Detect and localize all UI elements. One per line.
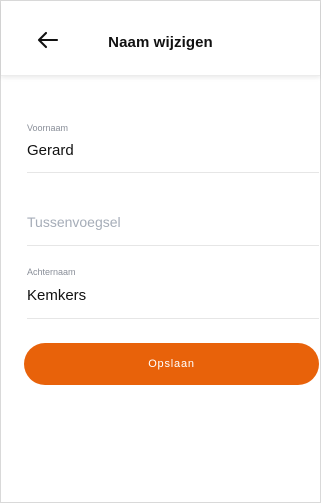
page-title: Naam wijzigen: [108, 34, 213, 51]
first-name-field[interactable]: Voornaam Gerard: [27, 119, 319, 173]
save-button[interactable]: Opslaan: [24, 343, 319, 385]
last-name-field[interactable]: Achternaam Kemkers: [27, 263, 319, 319]
last-name-value[interactable]: Kemkers: [27, 287, 86, 304]
first-name-label: Voornaam: [27, 123, 69, 133]
infix-field[interactable]: Tussenvoegsel: [27, 192, 319, 246]
app-header: Naam wijzigen: [1, 1, 320, 76]
first-name-value[interactable]: Gerard: [27, 142, 74, 159]
screen: Naam wijzigen Voornaam Gerard Tussenvoeg…: [0, 0, 321, 503]
last-name-label: Achternaam: [27, 267, 76, 277]
infix-placeholder[interactable]: Tussenvoegsel: [27, 214, 121, 230]
